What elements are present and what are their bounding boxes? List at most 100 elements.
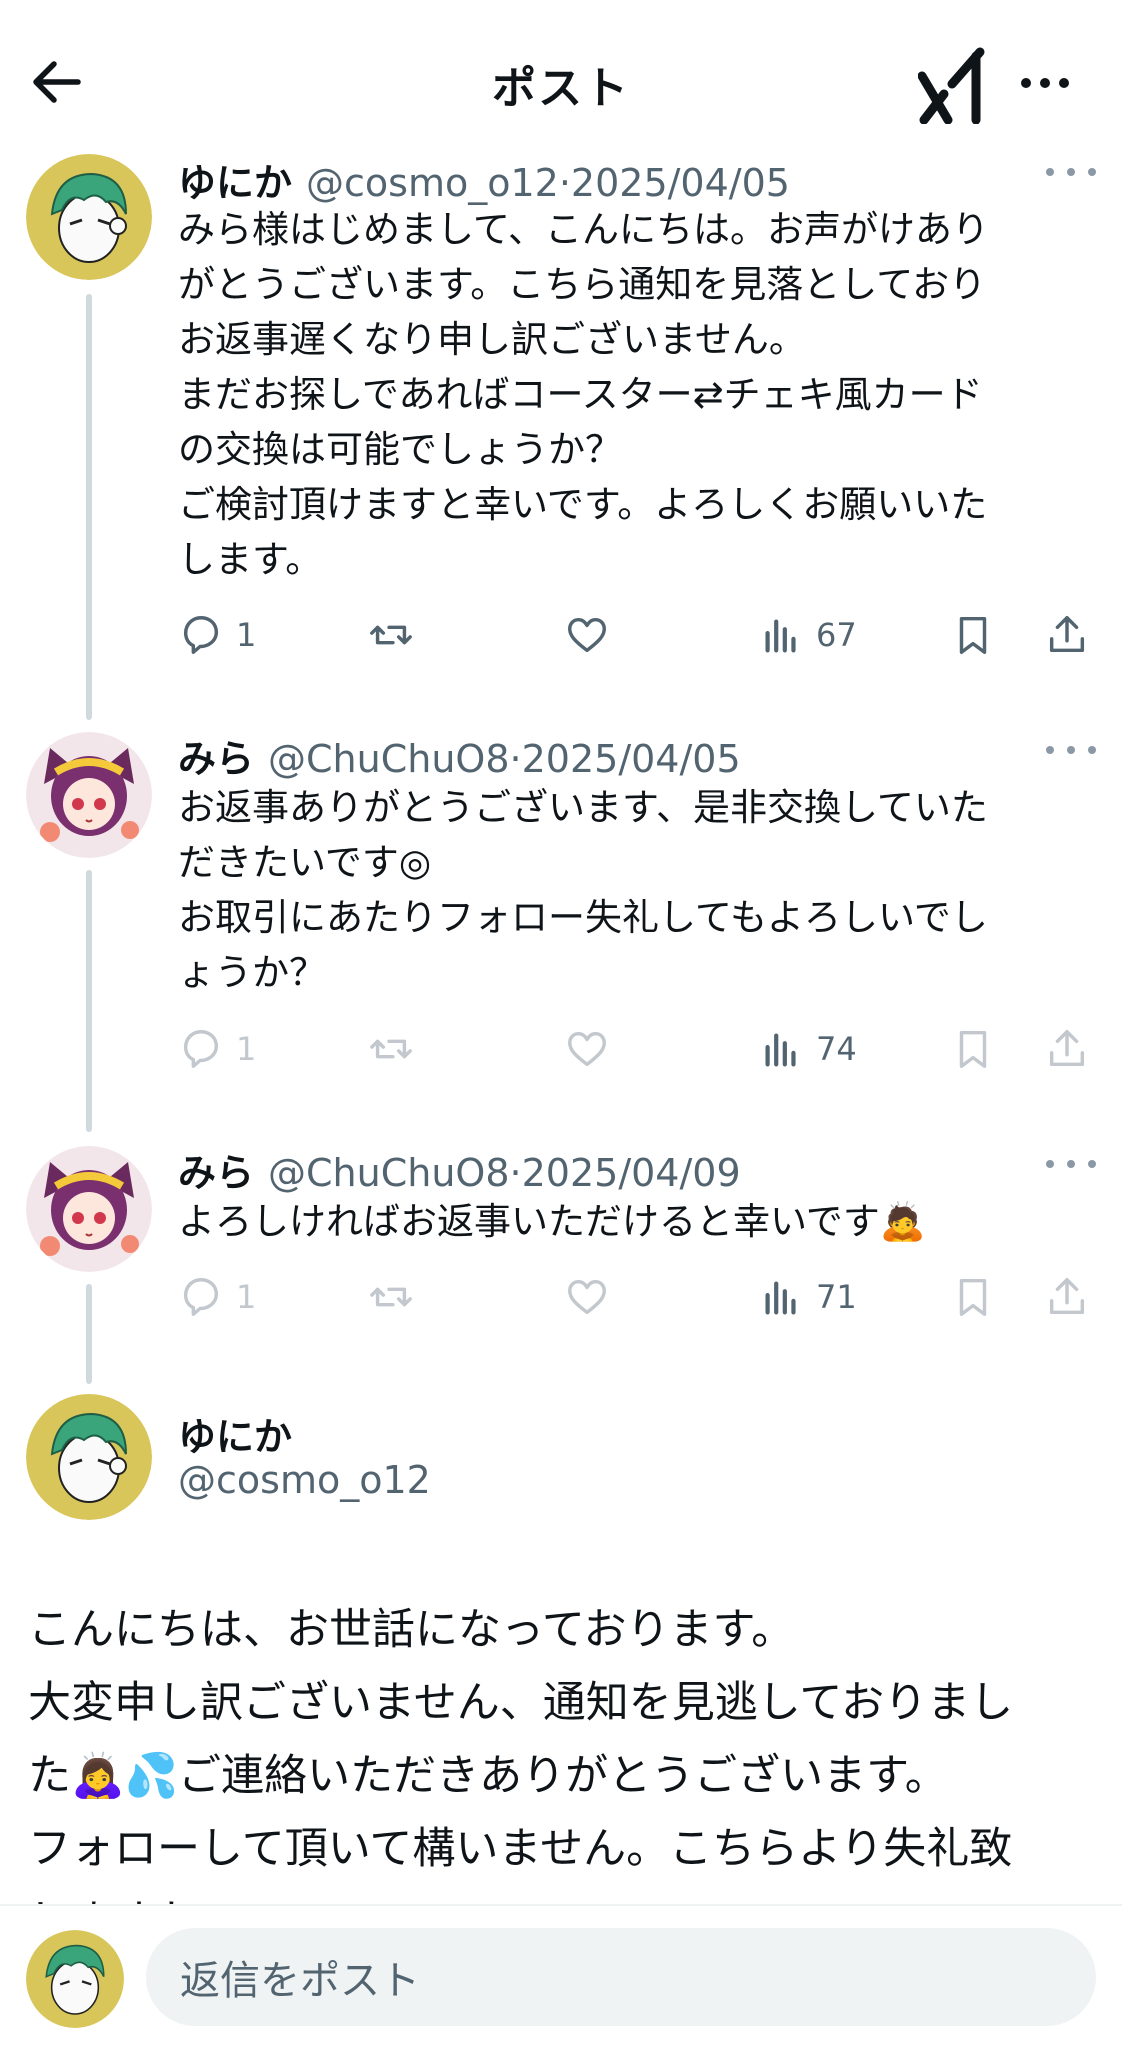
like-button[interactable] [564,1272,610,1322]
reply-count: 1 [236,1278,257,1316]
reply-count: 1 [236,1030,257,1068]
author-handle[interactable]: @ChuChuO8 [268,1151,510,1195]
thread-connector [86,294,92,720]
share-button[interactable] [1044,1024,1090,1074]
bookmark-icon [959,1030,987,1068]
more-dot [1046,746,1054,754]
more-dot [1067,1160,1075,1168]
share-button[interactable] [1044,1272,1090,1322]
post-text: お返事ありがとうございます、是非交換していた だきたいです◎ お取引にあたりフォ… [178,786,988,994]
grok-icon [917,47,985,125]
more-dot [1088,168,1096,176]
post-header: ゆにか @cosmo_o12 · 2025/04/05 [178,152,790,207]
author-handle[interactable]: @ChuChuO8 [268,737,510,781]
author-name[interactable]: みら [178,1142,254,1197]
views-button[interactable]: 74 [758,1024,857,1074]
share-button[interactable] [1044,610,1090,660]
more-dot [1067,746,1075,754]
share-icon [1049,616,1085,653]
post-actions: 1 67 [178,610,1098,660]
author-name[interactable]: ゆにか [178,152,292,207]
views-icon [765,1033,796,1067]
reply-input[interactable]: 返信をポスト [146,1928,1096,2026]
top-bar: ポスト [0,0,1122,150]
post-more-button[interactable] [1046,1152,1096,1176]
avatar-anime-girl-icon [26,732,152,858]
repost-button[interactable] [368,1272,414,1322]
views-icon [765,1281,796,1315]
like-button[interactable] [564,1024,610,1074]
reply-button[interactable]: 1 [178,1024,256,1074]
thread-connector [86,870,92,1132]
post-text: よろしければお返事いただけると幸いです🙇 [178,1200,926,1243]
post-actions: 1 71 [178,1272,1098,1322]
repost-icon [370,1039,412,1059]
more-dot [1021,78,1031,88]
more-dot [1059,78,1069,88]
post-header: みら @ChuChuO8 · 2025/04/05 [178,728,741,783]
like-button[interactable] [564,610,610,660]
more-dot [1088,746,1096,754]
post-text: みら様はじめまして、こんにちは。お声がけあり がとうございます。こちら通知を見落… [178,208,990,581]
heart-icon [568,617,606,653]
author-name[interactable]: みら [178,728,254,783]
header-more-button[interactable] [1010,58,1080,108]
thread-connector [86,1284,92,1384]
heart-icon [568,1031,606,1067]
reply-avatar [26,1930,124,2028]
repost-icon [370,1287,412,1307]
reply-button[interactable]: 1 [178,610,256,660]
meta-separator: · [558,161,571,205]
views-button[interactable]: 67 [758,610,857,660]
post-more-button[interactable] [1046,738,1096,762]
more-dot [1067,168,1075,176]
bookmark-icon [959,1278,987,1316]
meta-separator: · [509,1151,522,1195]
share-icon [1049,1278,1085,1315]
reply-icon [183,1030,219,1068]
post-more-button[interactable] [1046,160,1096,184]
share-icon [1049,1030,1085,1067]
post-date[interactable]: 2025/04/05 [571,161,790,205]
heart-icon [568,1279,606,1315]
author-handle[interactable]: @cosmo_o12 [306,161,559,205]
main-post-text: こんにちは、お世話になっております。 大変申し訳ございません、通知を見逃しており… [28,1605,1014,1904]
avatar-green-hair-icon [26,1930,124,2028]
post-actions: 1 74 [178,1024,1098,1074]
avatar-anime-girl-icon [26,1146,152,1272]
post-date[interactable]: 2025/04/09 [522,1151,741,1195]
views-count: 74 [816,1030,857,1068]
main-post-avatar[interactable] [26,1394,152,1520]
reply-icon [183,616,219,654]
post-header: みら @ChuChuO8 · 2025/04/09 [178,1142,741,1197]
more-dot [1046,168,1054,176]
avatar[interactable] [26,732,152,858]
avatar-green-hair-icon [26,1394,152,1520]
views-icon [765,619,796,653]
reply-composer-bar: 返信をポスト [0,1904,1122,2048]
reply-icon [183,1278,219,1316]
post-date[interactable]: 2025/04/05 [522,737,741,781]
bookmark-button[interactable] [950,1272,996,1322]
main-post-author-handle[interactable]: @cosmo_o12 [178,1458,431,1502]
meta-separator: · [509,737,522,781]
views-count: 67 [816,616,857,654]
bookmark-button[interactable] [950,1024,996,1074]
bookmark-icon [959,616,987,654]
views-count: 71 [816,1278,857,1316]
reply-count: 1 [236,616,257,654]
avatar[interactable] [26,154,152,280]
reply-button[interactable]: 1 [178,1272,256,1322]
avatar-green-hair-icon [26,154,152,280]
grok-button[interactable] [917,46,990,125]
views-button[interactable]: 71 [758,1272,857,1322]
repost-icon [370,625,412,645]
repost-button[interactable] [368,1024,414,1074]
repost-button[interactable] [368,610,414,660]
more-dot [1088,1160,1096,1168]
avatar[interactable] [26,1146,152,1272]
more-dot [1046,1160,1054,1168]
more-dot [1040,78,1050,88]
main-post-author-name[interactable]: ゆにか [178,1406,292,1461]
bookmark-button[interactable] [950,610,996,660]
